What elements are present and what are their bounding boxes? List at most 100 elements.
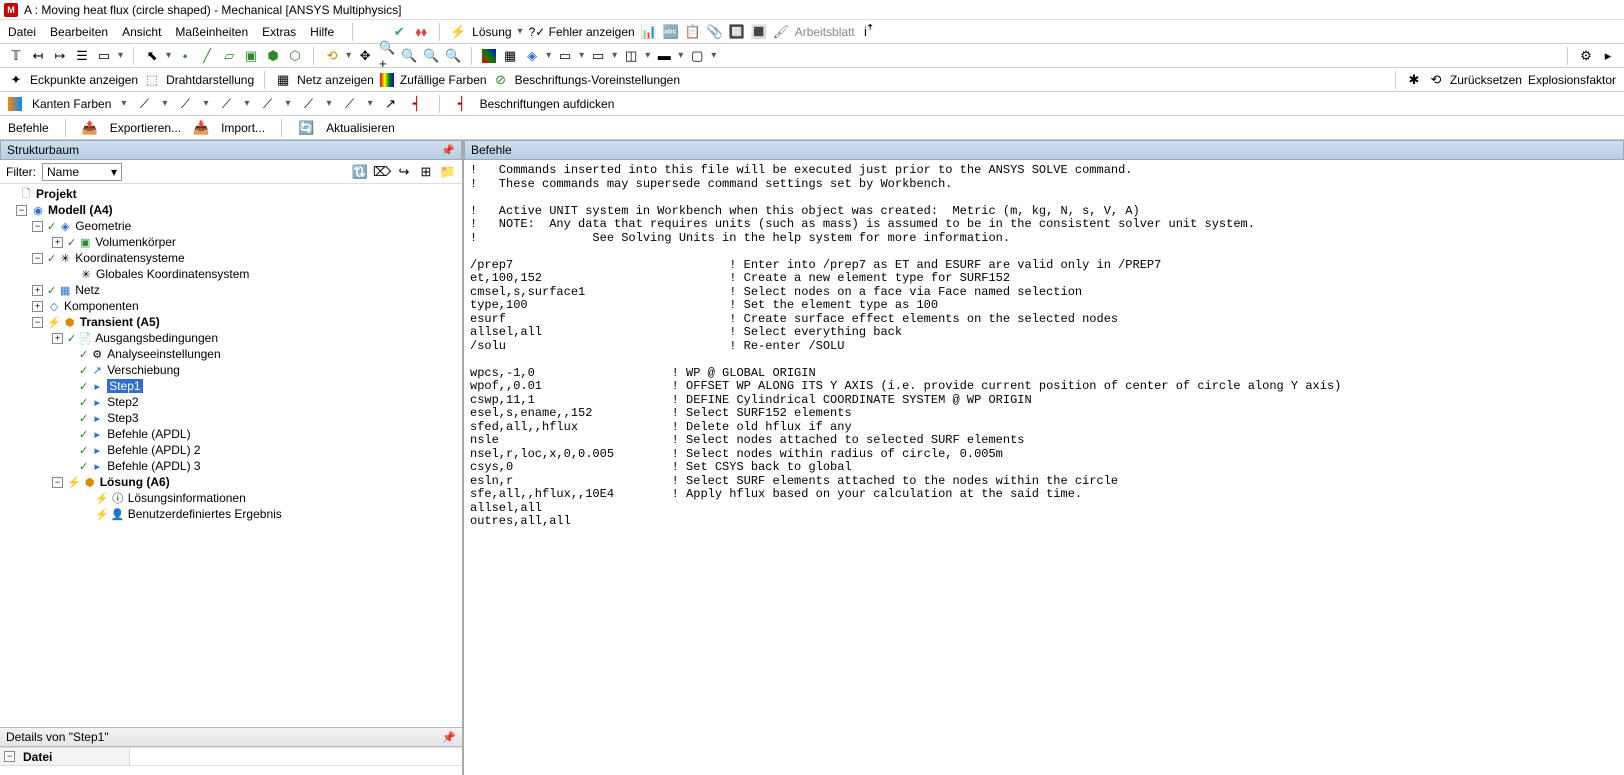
dd[interactable]: ▾ bbox=[203, 98, 208, 109]
tree-befehle3[interactable]: Befehle (APDL) 3 bbox=[107, 459, 200, 473]
dd[interactable]: ▾ bbox=[711, 50, 716, 61]
tree-modell[interactable]: Modell (A4) bbox=[48, 203, 113, 217]
tree-benutzer[interactable]: Benutzerdefiniertes Ergebnis bbox=[128, 507, 282, 521]
edge-tool-1[interactable]: ⟋ bbox=[136, 96, 152, 112]
back-icon[interactable]: ↤ bbox=[30, 48, 46, 64]
view-rgb-icon[interactable] bbox=[482, 49, 496, 63]
rotate-icon[interactable]: ⟲ bbox=[324, 48, 340, 64]
beschriftung-button[interactable]: Beschriftungs-Voreinstellungen bbox=[515, 73, 680, 87]
toggle[interactable]: − bbox=[52, 477, 63, 488]
menu-extras[interactable]: Extras bbox=[262, 25, 296, 39]
tree-koord[interactable]: Koordinatensysteme bbox=[75, 251, 184, 265]
exportieren-button[interactable]: Exportieren... bbox=[110, 121, 181, 135]
tool-t[interactable]: 𝕋 bbox=[8, 48, 24, 64]
tool-icon-5[interactable]: 🔲 bbox=[729, 24, 745, 40]
edge-tool-3[interactable]: ⟋ bbox=[218, 96, 234, 112]
menu-bearbeiten[interactable]: Bearbeiten bbox=[50, 25, 108, 39]
graphics-opt-icon[interactable]: ⚙ bbox=[1578, 48, 1594, 64]
edge-tool-6[interactable]: ⟋ bbox=[342, 96, 358, 112]
iso-icon[interactable]: ◈ bbox=[524, 48, 540, 64]
wire-icon[interactable]: ⬚ bbox=[144, 72, 160, 88]
eckpunkte-button[interactable]: Eckpunkte anzeigen bbox=[30, 73, 138, 87]
dropdown-icon[interactable]: ▾ bbox=[118, 50, 123, 61]
dd[interactable]: ▾ bbox=[244, 98, 249, 109]
body-icon[interactable]: ▣ bbox=[243, 48, 259, 64]
forward-icon[interactable]: ↦ bbox=[52, 48, 68, 64]
tree-analyse[interactable]: Analyseeinstellungen bbox=[107, 347, 220, 361]
handle-icon[interactable]: ┥ bbox=[409, 96, 425, 112]
tool-icon-6[interactable]: 🔳 bbox=[751, 24, 767, 40]
dd[interactable]: ▾ bbox=[612, 50, 617, 61]
tree-projekt[interactable]: Projekt bbox=[36, 187, 77, 201]
filter-next-icon[interactable]: ↪ bbox=[396, 164, 412, 180]
brush-icon[interactable]: 🖌 bbox=[773, 24, 789, 40]
tree-transient[interactable]: Transient (A5) bbox=[80, 315, 160, 329]
dd[interactable]: ▾ bbox=[286, 98, 291, 109]
beschriftungen-button[interactable]: Beschriftungen aufdicken bbox=[480, 97, 615, 111]
zoom-in-icon[interactable]: 🔍+ bbox=[379, 48, 395, 64]
toggle[interactable]: + bbox=[52, 333, 63, 344]
tree-step3[interactable]: Step3 bbox=[107, 411, 138, 425]
menu-ansicht[interactable]: Ansicht bbox=[122, 25, 161, 39]
dropdown-icon[interactable]: ▾ bbox=[518, 26, 523, 37]
tool-icon-3[interactable]: 📋 bbox=[685, 24, 701, 40]
face-icon[interactable]: ▱ bbox=[221, 48, 237, 64]
folder-icon[interactable]: 📁 bbox=[440, 164, 456, 180]
filter-select[interactable]: Name ▾ bbox=[42, 163, 122, 181]
edge-tool-4[interactable]: ⟋ bbox=[260, 96, 276, 112]
check-icon[interactable]: ✔ bbox=[391, 24, 407, 40]
tool-icon-4[interactable]: 📎 bbox=[707, 24, 723, 40]
menu-masseinheiten[interactable]: Maßeinheiten bbox=[175, 25, 248, 39]
commands-editor[interactable]: ! Commands inserted into this file will … bbox=[464, 160, 1624, 775]
fehler-button[interactable]: ?✓ Fehler anzeigen bbox=[529, 25, 635, 39]
dots-icon[interactable]: ⬧⬧ bbox=[413, 24, 429, 40]
toggle[interactable]: − bbox=[4, 751, 15, 762]
clip-icon[interactable]: ◫ bbox=[623, 48, 639, 64]
zoom-icon[interactable]: 🔍 bbox=[401, 48, 417, 64]
pan-icon[interactable]: ✥ bbox=[357, 48, 373, 64]
reset-icon[interactable]: ⟲ bbox=[1428, 72, 1444, 88]
tree-befehle1[interactable]: Befehle (APDL) bbox=[107, 427, 190, 441]
zoom-box-icon[interactable]: 🔍 bbox=[445, 48, 461, 64]
tree-losung[interactable]: Lösung (A6) bbox=[100, 475, 170, 489]
vertex-show-icon[interactable]: ✦ bbox=[8, 72, 24, 88]
random-color-icon[interactable] bbox=[380, 73, 394, 87]
aktualisieren-button[interactable]: Aktualisieren bbox=[326, 121, 395, 135]
toggle[interactable]: + bbox=[52, 237, 63, 248]
dd[interactable]: ▾ bbox=[327, 98, 332, 109]
tree-komponenten[interactable]: Komponenten bbox=[64, 299, 139, 313]
tool-icon-2[interactable]: 🔤 bbox=[663, 24, 679, 40]
import-button[interactable]: Import... bbox=[221, 121, 265, 135]
menu-datei[interactable]: Datei bbox=[8, 25, 36, 39]
menu-hilfe[interactable]: Hilfe bbox=[310, 25, 334, 39]
mesh-icon[interactable]: ▦ bbox=[275, 72, 291, 88]
element-icon[interactable]: ⬡ bbox=[287, 48, 303, 64]
draht-button[interactable]: Drahtdarstellung bbox=[166, 73, 254, 87]
edge-color-icon[interactable] bbox=[8, 97, 22, 111]
edge-tool-2[interactable]: ⟋ bbox=[177, 96, 193, 112]
filter-refresh-icon[interactable]: 🔃 bbox=[352, 164, 368, 180]
farben-button[interactable]: Zufällige Farben bbox=[400, 73, 487, 87]
arrow-icon[interactable]: ↗ bbox=[383, 96, 399, 112]
tree-befehle2[interactable]: Befehle (APDL) 2 bbox=[107, 443, 200, 457]
zuruck-button[interactable]: Zurücksetzen bbox=[1450, 73, 1522, 87]
explosions-label[interactable]: Explosionsfaktor bbox=[1528, 73, 1616, 87]
annotation-icon[interactable]: ⊘ bbox=[493, 72, 509, 88]
toggle[interactable]: − bbox=[32, 317, 43, 328]
losung-button[interactable]: Lösung bbox=[472, 25, 511, 39]
select-list-icon[interactable]: ☰ bbox=[74, 48, 90, 64]
pin-icon[interactable]: 📌 bbox=[442, 731, 456, 744]
dd[interactable]: ▾ bbox=[346, 50, 351, 61]
befehle-button[interactable]: Befehle bbox=[8, 121, 49, 135]
tree-volumen[interactable]: Volumenkörper bbox=[95, 235, 176, 249]
expand-all-icon[interactable]: ⊞ bbox=[418, 164, 434, 180]
toggle[interactable]: + bbox=[32, 285, 43, 296]
tree-losungsinfo[interactable]: Lösungsinformationen bbox=[128, 491, 246, 505]
dd[interactable]: ▾ bbox=[162, 98, 167, 109]
tree-step1[interactable]: Step1 bbox=[107, 379, 142, 393]
edge-icon[interactable]: ╱ bbox=[199, 48, 215, 64]
dd[interactable]: ▾ bbox=[368, 98, 373, 109]
cursor-icon[interactable]: ⬉ bbox=[144, 48, 160, 64]
kanten-button[interactable]: Kanten Farben bbox=[32, 97, 111, 111]
dd[interactable]: ▾ bbox=[546, 50, 551, 61]
